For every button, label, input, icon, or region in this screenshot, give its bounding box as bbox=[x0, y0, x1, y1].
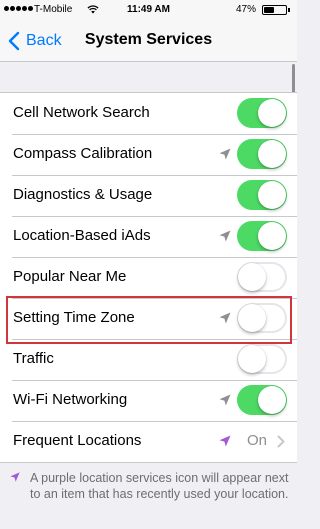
location-arrow-icon bbox=[219, 230, 231, 242]
service-row-popular-near-me[interactable]: Popular Near Me bbox=[0, 257, 297, 298]
location-arrow-icon bbox=[219, 312, 231, 324]
footer-note: A purple location services icon will app… bbox=[10, 470, 290, 502]
back-button-label: Back bbox=[26, 32, 62, 49]
navigation-bar: Back System Services bbox=[0, 20, 297, 62]
toggle-knob bbox=[258, 99, 286, 127]
service-row-frequent-locations[interactable]: Frequent Locations On bbox=[0, 421, 297, 462]
service-row-compass-calibration[interactable]: Compass Calibration bbox=[0, 134, 297, 175]
toggle-knob bbox=[238, 304, 266, 332]
service-label: Frequent Locations bbox=[13, 432, 142, 449]
location-arrow-icon bbox=[219, 148, 231, 160]
footer-text: A purple location services icon will app… bbox=[30, 471, 289, 501]
service-row-traffic[interactable]: Traffic bbox=[0, 339, 297, 380]
service-row-wi-fi-networking[interactable]: Wi-Fi Networking bbox=[0, 380, 297, 421]
toggle-switch[interactable] bbox=[237, 344, 287, 374]
service-label: Popular Near Me bbox=[13, 268, 127, 285]
service-label: Traffic bbox=[13, 350, 54, 367]
system-services-list: Cell Network Search Compass Calibration Di… bbox=[0, 92, 297, 463]
detail-value: On bbox=[246, 432, 267, 449]
toggle-knob bbox=[258, 222, 286, 250]
location-arrow-icon bbox=[219, 435, 231, 447]
battery-percentage: 47% bbox=[235, 4, 256, 15]
toggle-switch[interactable] bbox=[237, 303, 287, 333]
toggle-switch[interactable] bbox=[237, 139, 287, 169]
toggle-switch[interactable] bbox=[237, 385, 287, 415]
service-label: Setting Time Zone bbox=[13, 309, 135, 326]
service-label: Cell Network Search bbox=[13, 104, 150, 121]
service-row-cell-network-search[interactable]: Cell Network Search bbox=[0, 93, 297, 134]
toggle-knob bbox=[258, 386, 286, 414]
chevron-right-icon bbox=[277, 435, 285, 448]
location-arrow-icon bbox=[10, 472, 20, 482]
location-arrow-icon bbox=[219, 394, 231, 406]
toggle-switch[interactable] bbox=[237, 221, 287, 251]
service-row-diagnostics-and-usage[interactable]: Diagnostics & Usage bbox=[0, 175, 297, 216]
toggle-switch[interactable] bbox=[237, 98, 287, 128]
service-label: Wi-Fi Networking bbox=[13, 391, 128, 408]
status-bar: T-Mobile 11:49 AM 47% bbox=[0, 0, 297, 20]
toggle-knob bbox=[258, 140, 286, 168]
service-label: Location-Based iAds bbox=[13, 227, 151, 244]
battery-icon bbox=[262, 5, 287, 15]
service-row-location-based-iads[interactable]: Location-Based iAds bbox=[0, 216, 297, 257]
service-label: Compass Calibration bbox=[13, 145, 153, 162]
toggle-knob bbox=[258, 181, 286, 209]
toggle-switch[interactable] bbox=[237, 262, 287, 292]
chevron-left-icon bbox=[8, 31, 20, 51]
toggle-knob bbox=[238, 263, 266, 291]
back-button[interactable]: Back bbox=[4, 26, 62, 56]
service-row-setting-time-zone[interactable]: Setting Time Zone bbox=[0, 298, 297, 339]
service-label: Diagnostics & Usage bbox=[13, 186, 153, 203]
toggle-knob bbox=[238, 345, 266, 373]
toggle-switch[interactable] bbox=[237, 180, 287, 210]
